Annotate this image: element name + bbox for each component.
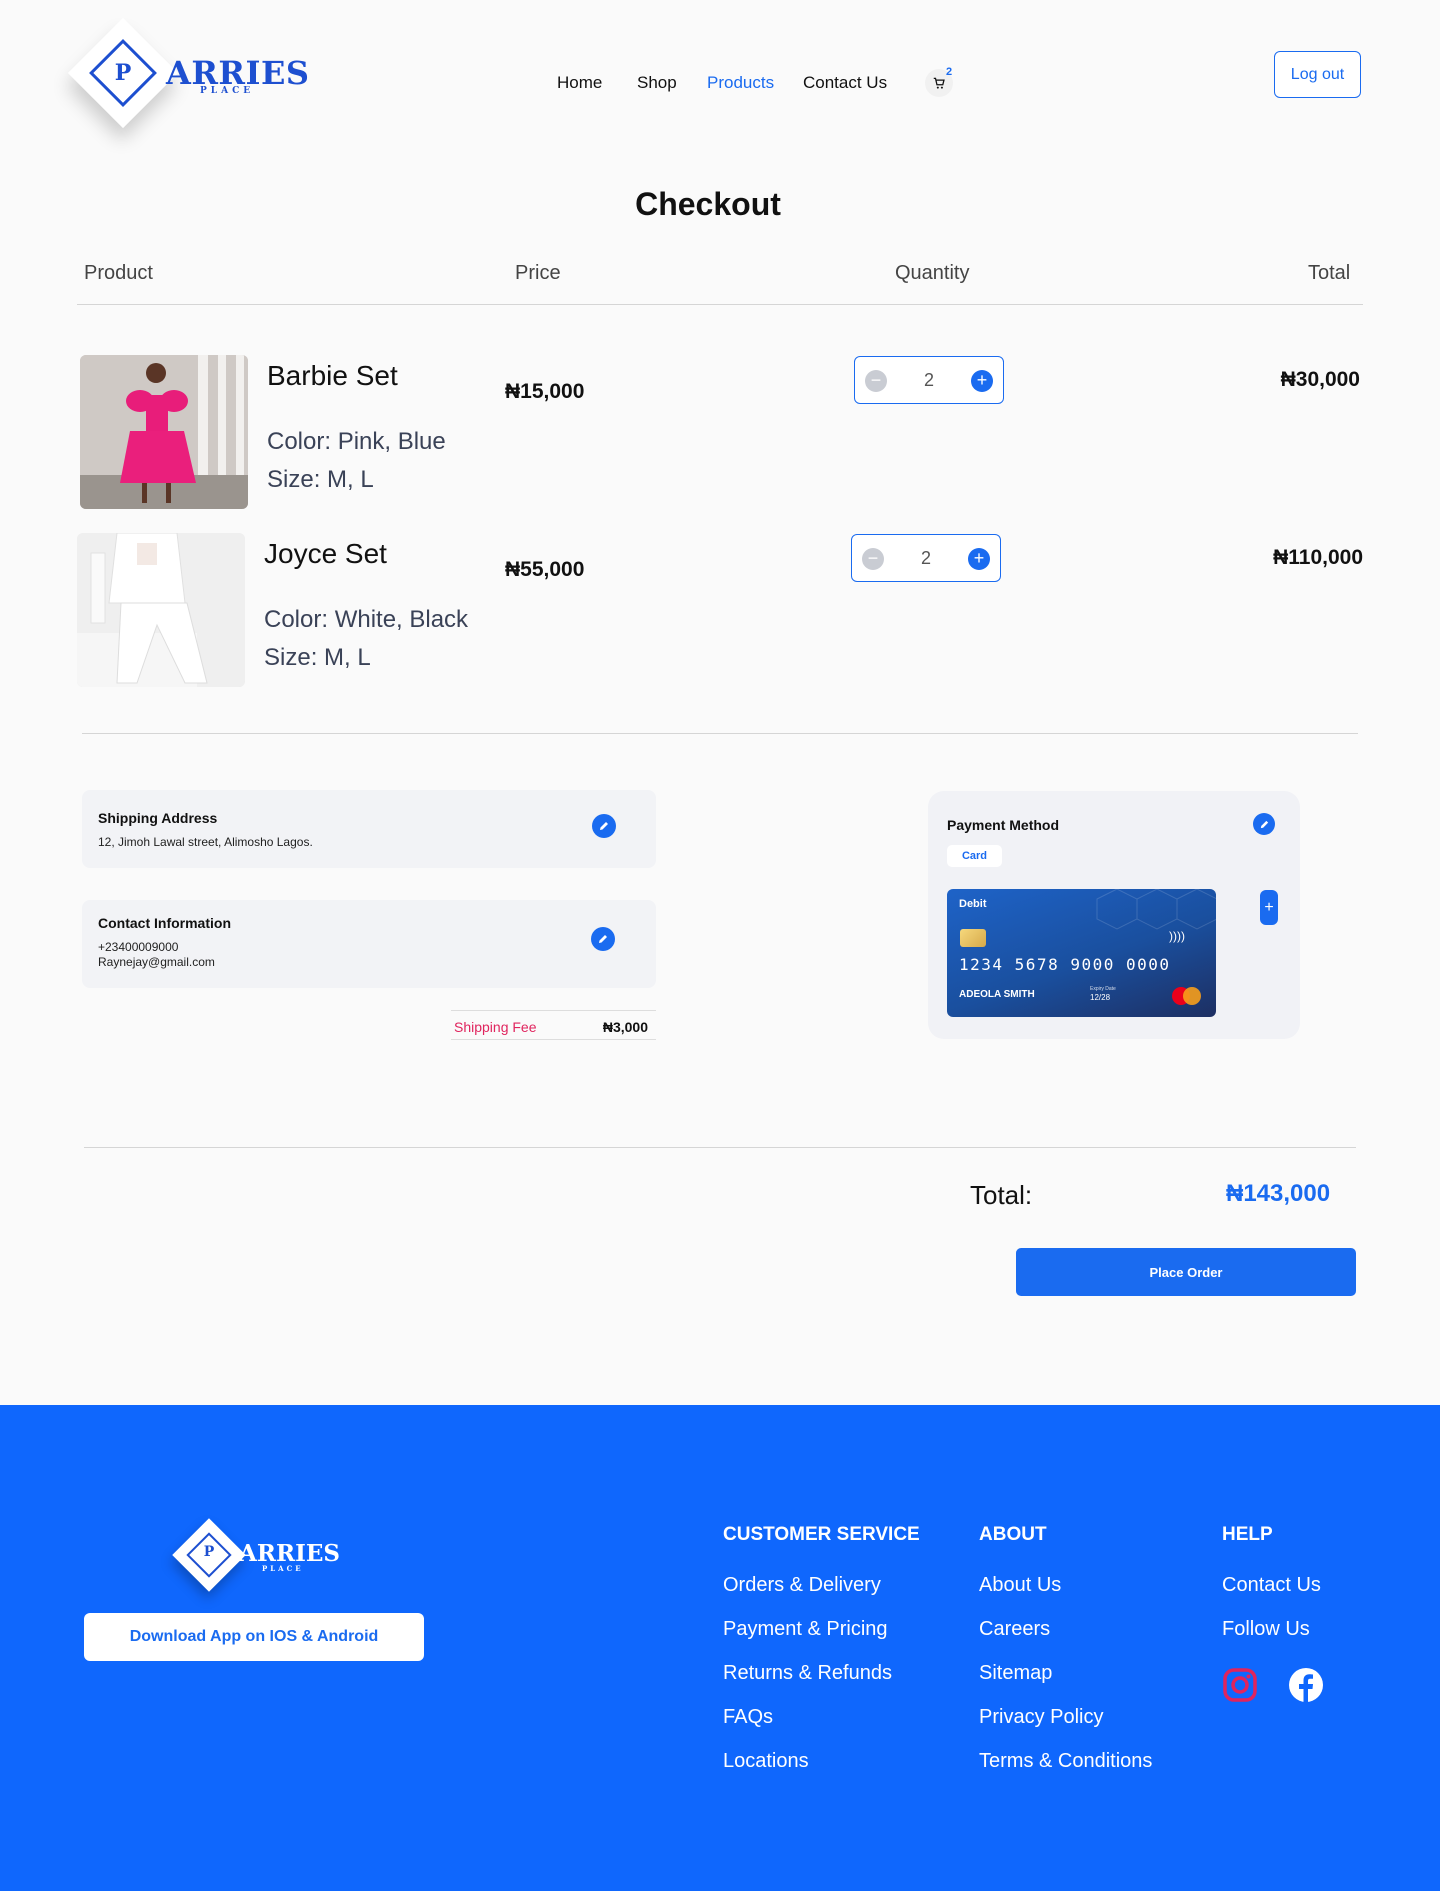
product-name[interactable]: Barbie Set <box>267 360 398 392</box>
card-pattern <box>1096 889 1216 930</box>
logo-subtext: PLACE <box>200 86 255 96</box>
payment-method-title: Payment Method <box>947 817 1060 833</box>
product-size: Size: M, L <box>267 466 374 493</box>
col-header-price: Price <box>515 262 561 284</box>
edit-contact-information-button[interactable] <box>591 927 615 951</box>
product-image-joyce-set[interactable] <box>77 533 245 687</box>
pencil-icon <box>599 935 607 943</box>
page-title: Checkout <box>635 186 781 222</box>
logo-glyph: P <box>114 60 132 86</box>
footer-logo-text[interactable]: ARRIES <box>239 1540 340 1567</box>
footer-link-terms-conditions[interactable]: Terms & Conditions <box>979 1750 1152 1773</box>
product-price: ₦15,000 <box>505 380 585 403</box>
product-image-barbie-set[interactable] <box>80 355 248 509</box>
card-number: 1234 5678 9000 0000 <box>959 955 1171 974</box>
footer-link-faqs[interactable]: FAQs <box>723 1706 773 1729</box>
card-expiry-label: Expiry Date <box>1090 986 1116 992</box>
footer-customer-service-title: CUSTOMER SERVICE <box>723 1524 920 1545</box>
increase-quantity-button[interactable]: + <box>971 370 993 392</box>
shipping-address-card: Shipping Address 12, Jimoh Lawal street,… <box>82 790 656 868</box>
order-total-label: Total: <box>970 1180 1033 1210</box>
barbie-set-photo <box>80 355 248 509</box>
product-color: Color: White, Black <box>264 606 469 633</box>
items-divider <box>82 733 1358 734</box>
shipping-fee-row: Shipping Fee ₦3,000 <box>451 1010 656 1040</box>
card-type-label: Debit <box>959 898 987 910</box>
footer-link-sitemap[interactable]: Sitemap <box>979 1662 1052 1685</box>
product-name[interactable]: Joyce Set <box>264 538 387 570</box>
col-header-total: Total <box>1308 262 1351 284</box>
summary-divider <box>84 1147 1356 1148</box>
payment-type-tag[interactable]: Card <box>947 845 1002 867</box>
shipping-address-text: 12, Jimoh Lawal street, Alimosho Lagos. <box>98 835 313 849</box>
product-color: Color: Pink, Blue <box>267 428 446 455</box>
edit-payment-method-button[interactable] <box>1253 813 1275 835</box>
download-app-button[interactable]: Download App on IOS & Android <box>84 1613 424 1661</box>
quantity-stepper: − 2 + <box>851 534 1001 582</box>
site-footer: P ARRIES PLACE Download App on IOS & And… <box>0 1405 1440 1891</box>
footer-link-contact-us[interactable]: Contact Us <box>1222 1574 1321 1597</box>
contactless-icon: )))) <box>1169 929 1185 943</box>
col-header-product: Product <box>84 262 153 284</box>
card-holder-name: ADEOLA SMITH <box>959 989 1035 1000</box>
contact-information-card: Contact Information +23400009000 Rayneja… <box>82 900 656 988</box>
footer-logo-subtext: PLACE <box>262 1564 304 1573</box>
pencil-icon <box>1260 820 1268 828</box>
header-divider <box>77 304 1363 305</box>
footer-logo-glyph: P <box>203 1544 215 1560</box>
shipping-fee-label: Shipping Fee <box>454 1019 537 1035</box>
card-expiry: 12/28 <box>1090 993 1111 1002</box>
footer-link-privacy-policy[interactable]: Privacy Policy <box>979 1706 1103 1729</box>
contact-information-title: Contact Information <box>98 915 231 931</box>
nav-contact-us[interactable]: Contact Us <box>803 73 887 93</box>
logout-button[interactable]: Log out <box>1274 51 1361 98</box>
line-total: ₦110,000 <box>1273 546 1363 569</box>
facebook-icon[interactable] <box>1288 1667 1324 1703</box>
nav-products[interactable]: Products <box>707 73 774 93</box>
product-size: Size: M, L <box>264 644 371 671</box>
line-total: ₦30,000 <box>1280 368 1360 391</box>
increase-quantity-button[interactable]: + <box>968 548 990 570</box>
edit-shipping-address-button[interactable] <box>592 814 616 838</box>
footer-link-orders-delivery[interactable]: Orders & Delivery <box>723 1574 881 1597</box>
footer-link-follow-us[interactable]: Follow Us <box>1222 1618 1310 1641</box>
order-total-value: ₦143,000 <box>1226 1180 1331 1207</box>
footer-link-about-us[interactable]: About Us <box>979 1574 1061 1597</box>
pencil-icon <box>600 822 608 830</box>
footer-link-careers[interactable]: Careers <box>979 1618 1050 1641</box>
place-order-button[interactable]: Place Order <box>1016 1248 1356 1296</box>
mastercard-icon-overlap <box>1183 987 1201 1005</box>
col-header-quantity: Quantity <box>895 262 970 284</box>
footer-help-title: HELP <box>1222 1524 1273 1545</box>
cart-icon <box>933 77 945 89</box>
footer-link-payment-pricing[interactable]: Payment & Pricing <box>723 1618 888 1641</box>
footer-link-returns-refunds[interactable]: Returns & Refunds <box>723 1662 892 1685</box>
nav-home[interactable]: Home <box>557 73 602 93</box>
quantity-stepper: − 2 + <box>854 356 1004 404</box>
product-price: ₦55,000 <box>505 558 585 581</box>
footer-about-title: ABOUT <box>979 1524 1047 1545</box>
contact-email: Raynejay@gmail.com <box>98 955 215 969</box>
brand-logo[interactable]: P ARRIES PLACE <box>67 17 309 150</box>
instagram-icon[interactable] <box>1222 1667 1258 1703</box>
cart-count-badge: 2 <box>946 66 953 78</box>
shipping-address-title: Shipping Address <box>98 810 218 826</box>
debit-card[interactable]: Debit )))) 1234 5678 9000 0000 ADEOLA SM… <box>947 889 1216 1017</box>
card-chip-icon <box>960 929 986 947</box>
joyce-set-photo <box>77 533 245 687</box>
add-card-button[interactable]: + <box>1260 890 1278 925</box>
shipping-fee-amount: ₦3,000 <box>602 1019 648 1035</box>
contact-phone: +23400009000 <box>98 940 179 954</box>
footer-link-locations[interactable]: Locations <box>723 1750 809 1773</box>
nav-shop[interactable]: Shop <box>637 73 677 93</box>
